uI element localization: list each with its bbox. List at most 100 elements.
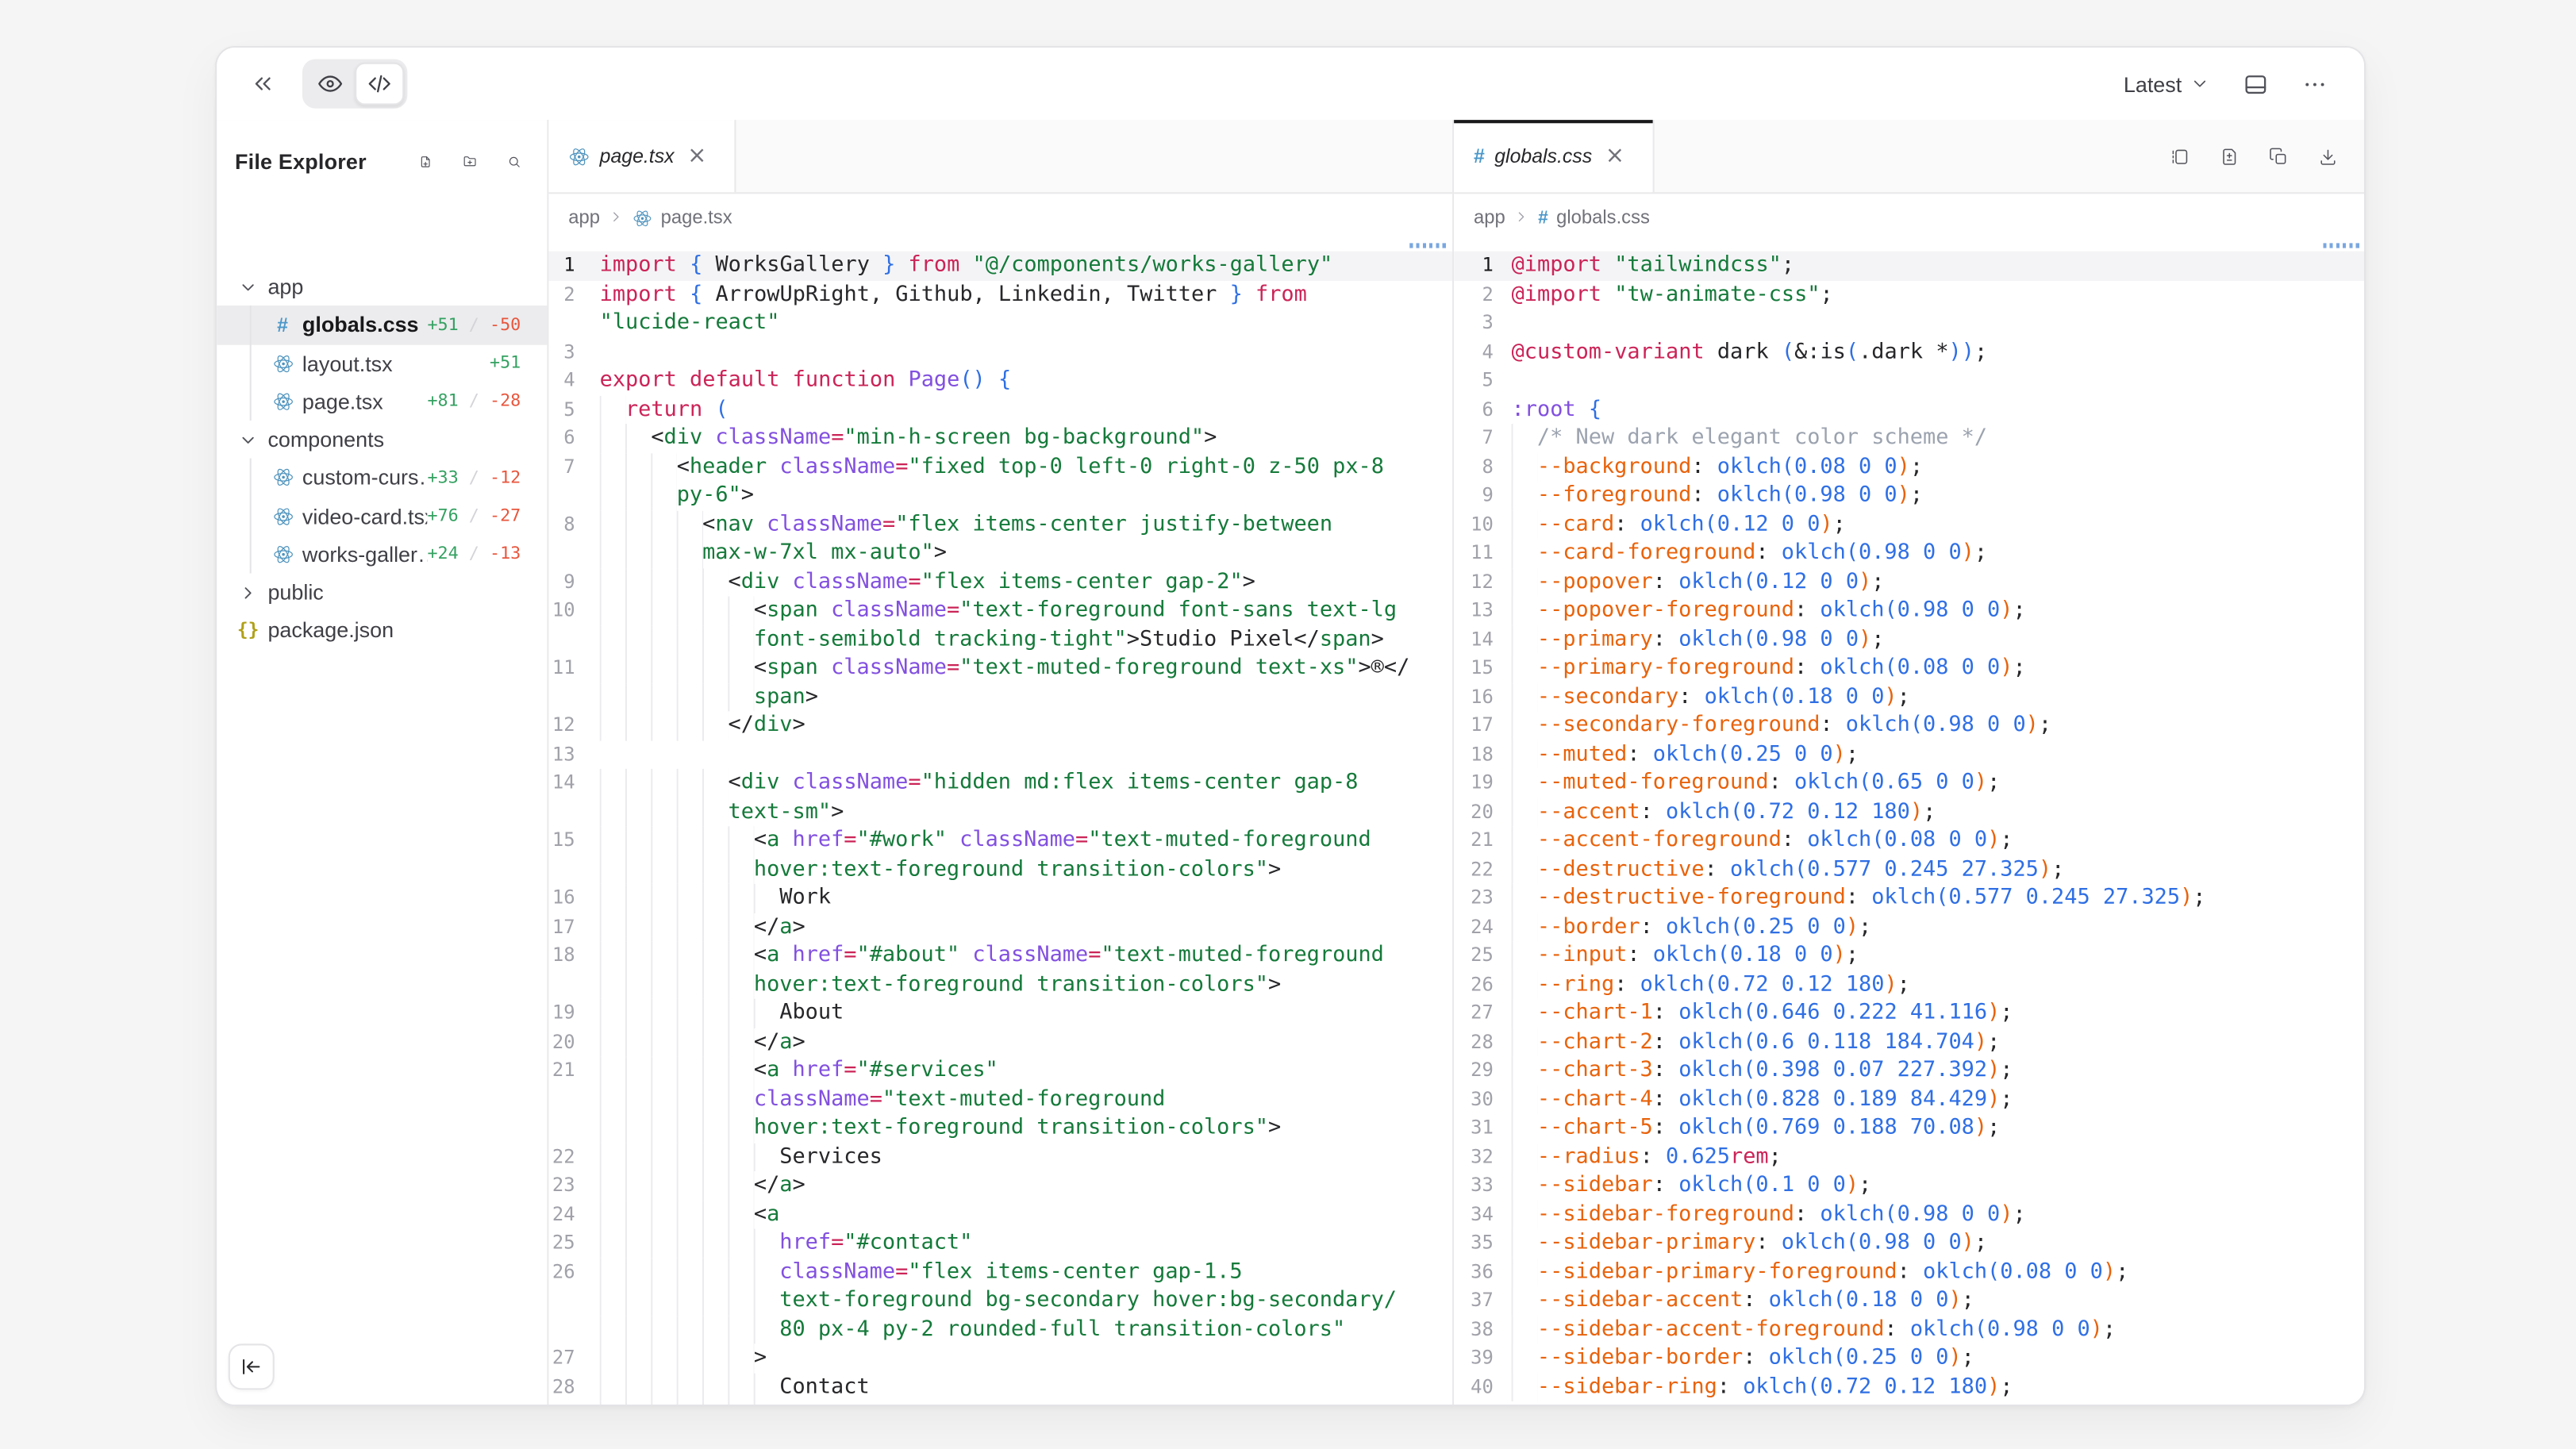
code-line: 1@import "tailwindcss"; (1454, 252, 2364, 280)
code-editor-page-tsx[interactable]: 1import { WorksGallery } from "@/compone… (548, 241, 1452, 1405)
code-line: 23--destructive-foreground: oklch(0.577 … (1454, 884, 2364, 913)
tab-page-tsx[interactable]: page.tsx × (548, 120, 736, 192)
download-icon (2318, 144, 2338, 168)
modified-region-indicator (1409, 243, 1448, 248)
code-line: 17</a> (548, 913, 1452, 941)
code-line: 41} (1454, 1401, 2364, 1405)
code-line: 22Services (548, 1143, 1452, 1171)
code-line: 2@import "tw-animate-css"; (1454, 280, 2364, 309)
code-line: py-6"> (548, 482, 1452, 510)
react-icon (568, 145, 590, 167)
tab-globals-css[interactable]: # globals.css × (1454, 120, 1655, 192)
file-diff-button[interactable] (2209, 136, 2249, 176)
breadcrumb-file: globals.css (1556, 209, 1650, 229)
code-line: 28Contact (548, 1373, 1452, 1401)
more-options-button[interactable] (2292, 61, 2338, 107)
diff-badge: +51 / -50 (427, 315, 547, 335)
file-row-components[interactable]: components (217, 421, 547, 459)
file-row-custom-curs[interactable]: custom-curs…+33 / -12 (217, 459, 547, 497)
modified-region-indicator (2323, 243, 2361, 248)
code-line: 11--card-foreground: oklch(0.98 0 0); (1454, 539, 2364, 567)
diff-badge: +81 / -28 (427, 391, 547, 411)
code-line: 14--primary: oklch(0.98 0 0); (1454, 625, 2364, 654)
copy-icon (2269, 144, 2289, 168)
code-line: font-semibold tracking-tight">Studio Pix… (548, 625, 1452, 654)
tree-guide-line (250, 306, 252, 421)
ellipsis-icon (2301, 70, 2328, 98)
file-label: custom-curs… (302, 466, 428, 490)
new-file-button[interactable] (409, 144, 441, 177)
search-files-button[interactable] (498, 144, 530, 177)
close-tab-icon[interactable]: × (687, 144, 706, 167)
code-line: 20--accent: oklch(0.72 0.12 180); (1454, 798, 2364, 826)
code-line: 6<div className="min-h-screen bg-backgro… (548, 424, 1452, 452)
code-line: className="text-muted-foreground (548, 1085, 1452, 1113)
collapse-sidebar-button[interactable] (229, 1343, 275, 1389)
code-line: 25--input: oklch(0.18 0 0); (1454, 941, 2364, 970)
file-label: globals.css (302, 313, 419, 337)
code-line: 9--foreground: oklch(0.98 0 0); (1454, 482, 2364, 510)
file-row-works-galler[interactable]: works-galler…+24 / -13 (217, 535, 547, 573)
file-explorer-header: File Explorer (217, 138, 547, 184)
file-row-app[interactable]: app (217, 267, 547, 306)
download-button[interactable] (2309, 136, 2348, 176)
tab-label: globals.css (1494, 144, 1592, 167)
react-icon (272, 505, 294, 527)
tree-guide-line (250, 459, 252, 574)
file-row-package.json[interactable]: {}package.json (217, 612, 547, 650)
file-row-video-card.tsx[interactable]: video-card.tsx+76 / -27 (217, 497, 547, 535)
breadcrumb-folder: app (1474, 209, 1505, 229)
react-icon (272, 467, 294, 489)
diff-badge: +76 / -27 (427, 506, 547, 526)
code-line: 32--radius: 0.625rem; (1454, 1143, 2364, 1171)
code-line: 15<a href="#work" className="text-muted-… (548, 826, 1452, 855)
file-row-globals.css[interactable]: #globals.css+51 / -50 (217, 306, 547, 344)
code-line: 16--secondary: oklch(0.18 0 0); (1454, 682, 2364, 711)
file-row-public[interactable]: public (217, 573, 547, 611)
file-explorer-sidebar: File Explorer app#globals.css+51 / -50la… (217, 120, 548, 1405)
view-mode-toggle (302, 60, 407, 109)
collapse-panel-button[interactable] (240, 61, 286, 107)
open-in-panel-button[interactable] (2160, 136, 2200, 176)
version-dropdown[interactable]: Latest (2113, 65, 2219, 103)
diff-badge: +33 / -12 (427, 468, 547, 488)
code-line: 4@custom-variant dark (&:is(.dark *)); (1454, 337, 2364, 366)
code-line: 10<span className="text-foreground font-… (548, 596, 1452, 625)
version-label: Latest (2124, 71, 2182, 96)
close-tab-icon[interactable]: × (1605, 144, 1624, 167)
eye-icon (317, 71, 344, 97)
editor-pane-page-tsx: page.tsx × app page.tsx 1import { WorksG… (548, 120, 1454, 1405)
arrow-left-to-line-icon (240, 1355, 263, 1378)
code-line: 2import { ArrowUpRight, Github, Linkedin… (548, 280, 1452, 309)
code-line: span> (548, 682, 1452, 711)
code-workspace-card: Latest File Explorer (215, 46, 2366, 1406)
file-label: package.json (267, 618, 394, 643)
panel-bottom-icon (2243, 70, 2269, 98)
panel-bottom-button[interactable] (2232, 61, 2278, 107)
code-line: 38--sidebar-accent-foreground: oklch(0.9… (1454, 1315, 2364, 1343)
code-line: 40--sidebar-ring: oklch(0.72 0.12 180); (1454, 1373, 2364, 1401)
code-line: 24--border: oklch(0.25 0 0); (1454, 913, 2364, 941)
file-row-page.tsx[interactable]: page.tsx+81 / -28 (217, 382, 547, 421)
code-editor-globals-css[interactable]: 1@import "tailwindcss";2@import "tw-anim… (1454, 241, 2364, 1405)
file-label: app (267, 275, 303, 299)
code-line: 12--popover: oklch(0.12 0 0); (1454, 567, 2364, 596)
chevron-right-icon (238, 582, 258, 602)
file-row-layout.tsx[interactable]: layout.tsx+51 (217, 344, 547, 382)
code-line: 10--card: oklch(0.12 0 0); (1454, 510, 2364, 539)
preview-toggle-button[interactable] (306, 63, 355, 106)
copy-button[interactable] (2259, 136, 2299, 176)
tabstrip-left: page.tsx × (548, 120, 1452, 194)
viewport: Latest File Explorer (0, 0, 2576, 1449)
tab-label: page.tsx (600, 144, 675, 167)
css-file-icon: # (1474, 144, 1485, 167)
code-line: 27--chart-1: oklch(0.646 0.222 41.116); (1454, 999, 2364, 1028)
breadcrumb: app # globals.css (1454, 194, 2364, 243)
code-line: 21<a href="#services" (548, 1056, 1452, 1085)
code-line: 24<a (548, 1200, 1452, 1228)
code-toggle-button[interactable] (355, 63, 404, 106)
new-folder-button[interactable] (453, 144, 486, 177)
code-line: 36--sidebar-primary-foreground: oklch(0.… (1454, 1258, 2364, 1286)
css-file-icon: # (1538, 209, 1548, 229)
diff-badge: +51 (490, 353, 547, 373)
